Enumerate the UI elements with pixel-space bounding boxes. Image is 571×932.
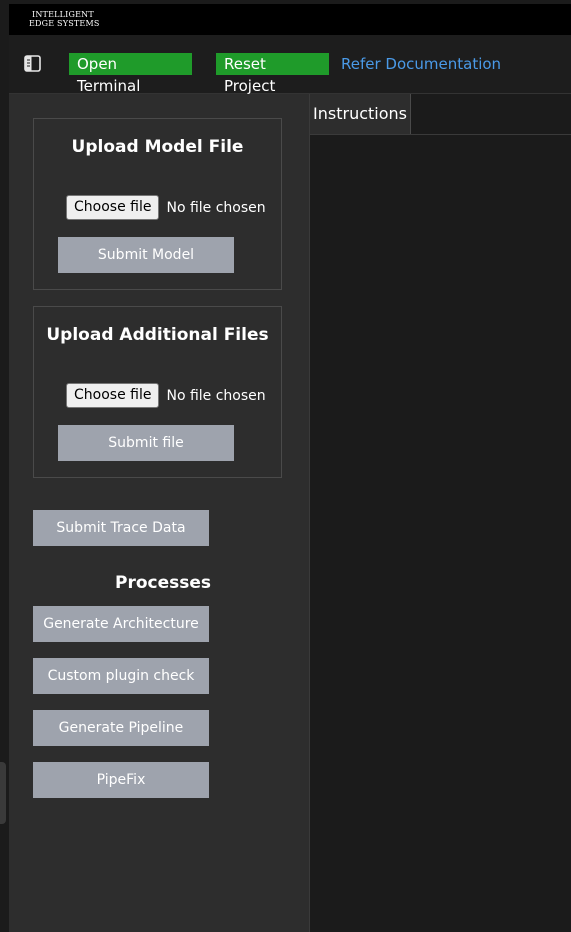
logo-line-2: EDGE SYSTEMS xyxy=(29,19,100,28)
submit-model-button[interactable]: Submit Model xyxy=(58,237,234,273)
processes-heading: Processes xyxy=(114,573,211,593)
main-panel: Instructions xyxy=(310,94,571,932)
tab-instructions[interactable]: Instructions xyxy=(310,94,411,134)
submit-file-button[interactable]: Submit file xyxy=(58,425,234,461)
logo-line-1: INTELLIGENT xyxy=(32,10,94,19)
upload-model-title: Upload Model File xyxy=(71,137,244,157)
submit-trace-data-button[interactable]: Submit Trace Data xyxy=(33,510,209,546)
model-choose-file-button[interactable]: Choose file xyxy=(66,195,160,220)
model-file-input[interactable]: Choose file No file chosen xyxy=(66,195,266,220)
additional-file-status: No file chosen xyxy=(166,387,266,404)
upload-additional-title: Upload Additional Files xyxy=(46,325,269,345)
upload-model-card: Upload Model File Choose file No file ch… xyxy=(33,118,282,290)
open-terminal-button[interactable]: Open Terminal xyxy=(69,53,192,95)
sidebar-toggle-icon[interactable] xyxy=(24,55,41,72)
nav-bar: Open Terminal Reset Project Refer Docume… xyxy=(9,35,571,95)
reset-project-button[interactable]: Reset Project xyxy=(216,53,329,95)
additional-choose-file-button[interactable]: Choose file xyxy=(66,383,160,408)
tab-strip: Instructions xyxy=(310,94,571,135)
company-logo: INTELLIGENT EDGE SYSTEMS xyxy=(29,10,100,28)
model-file-status: No file chosen xyxy=(166,199,266,216)
upload-additional-card: Upload Additional Files Choose file No f… xyxy=(33,306,282,478)
refer-documentation-link[interactable]: Refer Documentation xyxy=(341,53,501,75)
additional-file-input[interactable]: Choose file No file chosen xyxy=(66,383,266,408)
pipefix-button[interactable]: PipeFix xyxy=(33,762,209,798)
generate-architecture-button[interactable]: Generate Architecture xyxy=(33,606,209,642)
top-bar: INTELLIGENT EDGE SYSTEMS xyxy=(9,4,571,35)
custom-plugin-check-button[interactable]: Custom plugin check xyxy=(33,658,209,694)
generate-pipeline-button[interactable]: Generate Pipeline xyxy=(33,710,209,746)
edge-resize-handle[interactable] xyxy=(0,762,6,824)
app-root: INTELLIGENT EDGE SYSTEMS Open Terminal R… xyxy=(0,0,571,932)
sidebar: Upload Model File Choose file No file ch… xyxy=(9,94,310,932)
